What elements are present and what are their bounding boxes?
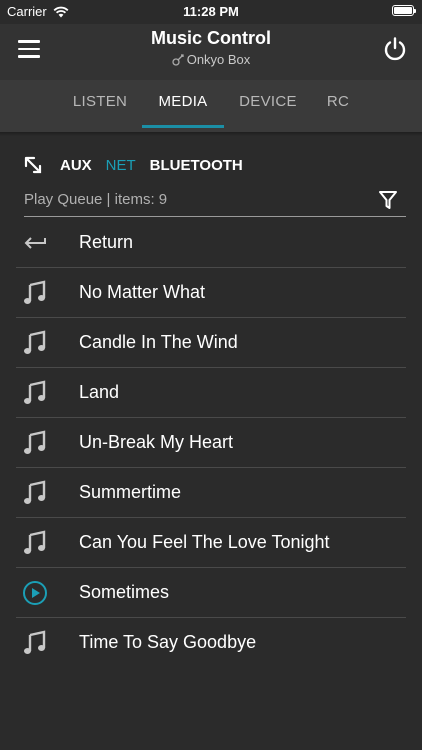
list-item[interactable]: Can You Feel The Love Tonight: [16, 518, 406, 568]
music-note-icon: [24, 630, 46, 654]
tab-media[interactable]: MEDIA: [142, 80, 224, 128]
select-input-arrow-icon[interactable]: [24, 156, 42, 174]
play-circle-icon: [23, 581, 47, 605]
return-arrow-icon: [24, 237, 46, 249]
app-toolbar: Music Control Onkyo Box: [0, 24, 422, 80]
power-icon[interactable]: [382, 36, 408, 62]
device-subtitle: Onkyo Box: [0, 52, 422, 67]
list-item-label: Candle In The Wind: [79, 332, 238, 352]
battery-icon: [392, 5, 416, 16]
tab-listen[interactable]: LISTEN: [58, 80, 142, 128]
device-name: Onkyo Box: [186, 52, 251, 67]
list-item[interactable]: No Matter What: [16, 268, 406, 318]
list-item[interactable]: Un-Break My Heart: [16, 418, 406, 468]
list-item-label: Return: [79, 232, 134, 252]
list-item[interactable]: Summertime: [16, 468, 406, 518]
list-item-label: Land: [79, 382, 120, 402]
music-note-icon: [24, 380, 46, 404]
input-aux[interactable]: AUX: [60, 157, 92, 174]
music-note-icon: [24, 280, 46, 304]
music-note-icon: [24, 430, 46, 454]
music-note-icon: [24, 480, 46, 504]
tabs-shadow: [0, 132, 422, 136]
status-time: 11:28 PM: [183, 4, 239, 19]
list-item-label: Un-Break My Heart: [79, 432, 234, 452]
music-note-icon: [24, 330, 46, 354]
music-note-icon: [24, 530, 46, 554]
list-item-label: Can You Feel The Love Tonight: [79, 532, 330, 552]
network-device-icon: [172, 54, 184, 66]
input-net[interactable]: NET: [106, 157, 136, 174]
list-item-label: No Matter What: [79, 282, 206, 302]
queue-label: Play Queue | items: 9: [24, 191, 168, 208]
list-item-label: Time To Say Goodbye: [79, 632, 257, 652]
tab-rc[interactable]: RC: [314, 80, 362, 128]
queue-header: Play Queue | items: 9: [24, 186, 406, 217]
tab-device[interactable]: DEVICE: [226, 80, 310, 128]
filter-icon[interactable]: [378, 189, 398, 211]
list-item[interactable]: Land: [16, 368, 406, 418]
media-list: Return No Matter What Candle In The Wind…: [16, 218, 406, 667]
tab-active-indicator: [142, 125, 224, 128]
input-bluetooth[interactable]: BLUETOOTH: [150, 157, 243, 174]
list-item-return[interactable]: Return: [16, 218, 406, 268]
list-item[interactable]: Time To Say Goodbye: [16, 618, 406, 667]
tab-bar: LISTEN MEDIA DEVICE RC: [0, 80, 422, 132]
app-title: Music Control: [151, 28, 271, 48]
list-item-label: Sometimes: [79, 582, 170, 602]
input-selector: AUX NET BLUETOOTH: [24, 152, 257, 178]
title-block: Music Control Onkyo Box: [0, 28, 422, 67]
status-bar: Carrier 11:28 PM: [0, 0, 422, 24]
list-item[interactable]: Candle In The Wind: [16, 318, 406, 368]
list-item-label: Summertime: [79, 482, 182, 502]
list-item-now-playing[interactable]: Sometimes: [16, 568, 406, 618]
